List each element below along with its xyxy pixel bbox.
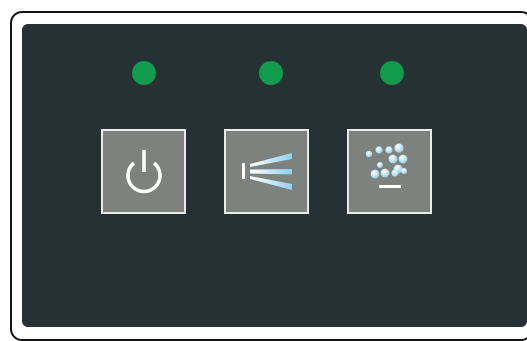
bubbles-icon xyxy=(360,140,420,204)
power-indicator-led xyxy=(132,61,156,85)
spray-indicator-led xyxy=(259,61,283,85)
spray-button[interactable] xyxy=(224,129,309,214)
spray-jet-icon xyxy=(236,146,298,198)
bubbles-button[interactable] xyxy=(347,129,432,214)
power-icon xyxy=(119,142,169,202)
bubbles-indicator-led xyxy=(380,61,404,85)
power-button[interactable] xyxy=(101,129,186,214)
